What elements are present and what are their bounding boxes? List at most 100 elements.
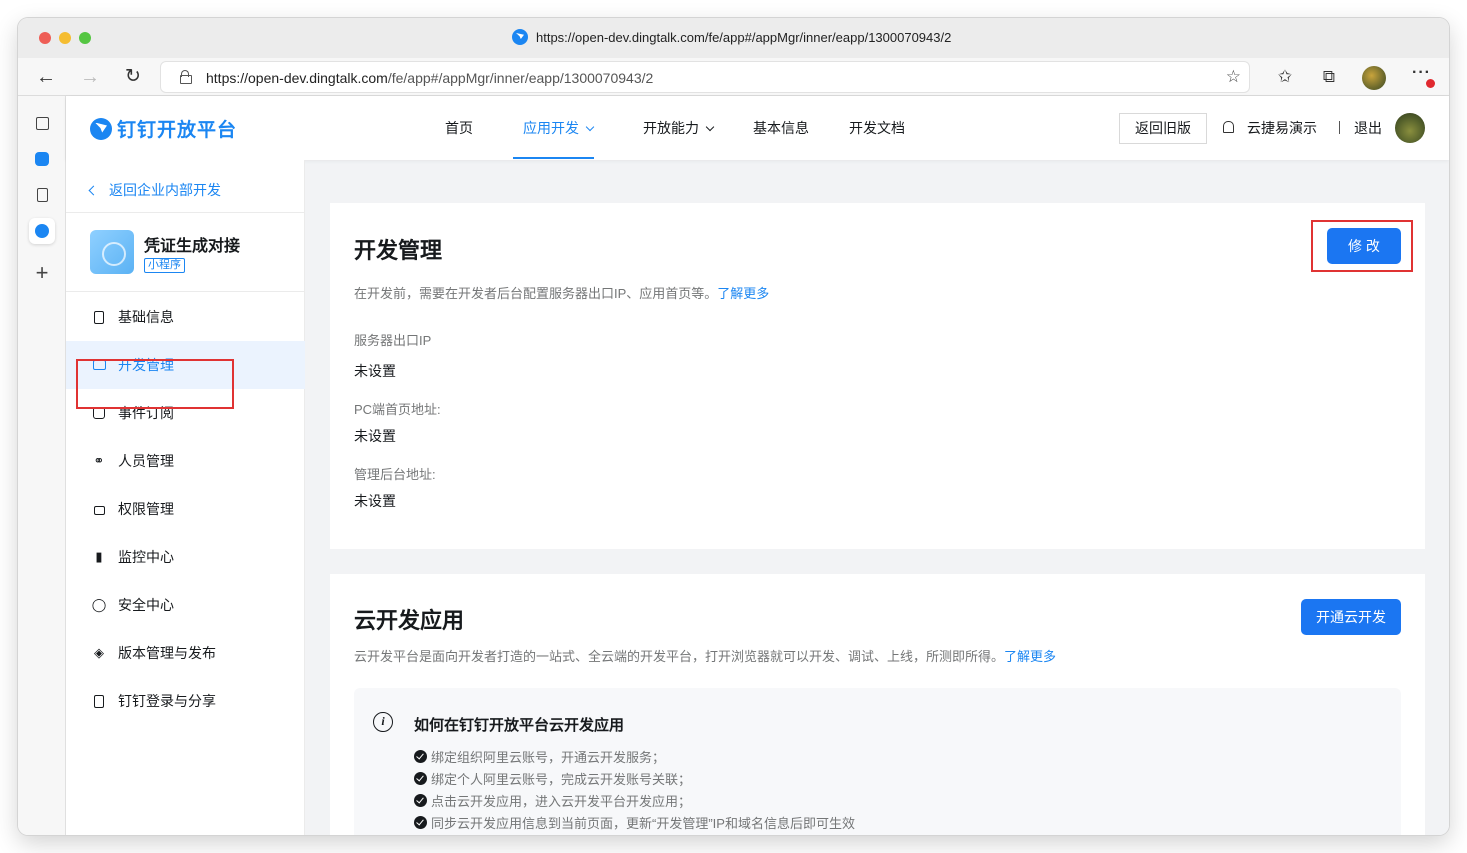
file-icon [92,310,106,324]
bar-chart-icon: ▮ [95,549,103,564]
share-icon [92,694,106,708]
cloud-dev-card: 云开发应用 云开发平台是面向开发者打造的一站式、全云端的开发平台，打开浏览器就可… [330,574,1425,835]
logout-link[interactable]: 退出 [1354,118,1382,138]
app-icon [90,230,134,274]
sidebar-item-label: 人员管理 [118,453,174,469]
collections-icon[interactable]: ⧉ [1318,67,1340,87]
sidebar-item-label: 监控中心 [118,549,174,565]
divider [66,291,305,292]
enable-cloud-dev-button[interactable]: 开通云开发 [1301,599,1401,635]
server-ip-label: 服务器出口IP [354,333,432,348]
sidebar-item-security-center[interactable]: ◯ 安全中心 [66,581,305,629]
favorites-icon[interactable]: ✩ [1274,67,1296,87]
browser-window: https://open-dev.dingtalk.com/fe/app#/ap… [18,18,1449,835]
sidebar-item-monitoring-center[interactable]: ▮ 监控中心 [66,533,305,581]
sidebar-item-dingtalk-login-share[interactable]: 钉钉登录与分享 [66,677,305,725]
cloud-dev-guide: i 如何在钉钉开放平台云开发应用 绑定组织阿里云账号，开通云开发服务； 绑定个人… [354,688,1401,835]
user-name[interactable]: 云捷易演示 [1247,118,1317,138]
lock-icon [92,502,106,516]
tab-actions-icon[interactable] [29,110,55,136]
guide-step: 绑定个人阿里云账号，完成云开发账号关联； [414,769,691,788]
admin-backend-label: 管理后台地址: [354,467,436,482]
back-link-label: 返回企业内部开发 [109,182,221,198]
highlight-box-menu [76,359,234,409]
check-circle-icon [414,772,427,785]
reload-icon[interactable]: ↻ [120,64,146,90]
app-sidebar: 返回企业内部开发 凭证生成对接 小程序 基础信息 开发管理 事件订阅 ⚭ 人员管… [66,160,305,835]
back-arrow-icon[interactable]: ← [33,64,59,90]
guide-step: 点击云开发应用，进入云开发平台开发应用； [414,791,691,810]
shield-icon: ◯ [91,597,107,612]
favorite-add-icon[interactable]: ☆ [1226,67,1241,87]
back-to-old-version-button[interactable]: 返回旧版 [1119,113,1207,144]
header-separator [1339,121,1340,134]
sidebar-item-permission-management[interactable]: 权限管理 [66,485,305,533]
sidebar-item-label: 权限管理 [118,501,174,517]
logo-text: 钉钉开放平台 [117,120,238,141]
check-circle-icon [414,794,427,807]
info-icon: i [373,712,393,732]
new-tab-icon[interactable]: + [29,260,55,286]
app-header: 钉钉开放平台 首页 应用开发 开放能力 基本信息 开发文档 返回旧版 云捷易演示… [66,96,1449,160]
profile-avatar[interactable] [1362,66,1386,90]
dingtalk-favicon-icon [512,29,528,45]
url-text[interactable]: https://open-dev.dingtalk.com/fe/app#/ap… [206,70,653,86]
tab-document-icon[interactable] [29,182,55,208]
guide-step: 同步云开发应用信息到当前页面，更新“开发管理”IP和域名信息后即可生效 [414,813,855,832]
notification-badge [1426,79,1435,88]
tab-title: https://open-dev.dingtalk.com/fe/app#/ap… [536,29,952,45]
cloud-dev-title: 云开发应用 [354,608,465,633]
nav-dev-docs[interactable]: 开发文档 [849,96,905,160]
brand-logo[interactable]: 钉钉开放平台 [90,115,237,142]
browser-vertical-tabs: + [18,96,66,835]
app-type-badge: 小程序 [144,258,185,273]
learn-more-link[interactable]: 了解更多 [717,286,769,301]
cloud-dev-description: 云开发平台是面向开发者打造的一站式、全云端的开发平台，打开浏览器就可以开发、调试… [354,649,1057,664]
browser-toolbar: ← → ↻ https://open-dev.dingtalk.com/fe/a… [18,58,1449,96]
chevron-left-icon [88,185,99,195]
sidebar-item-label: 钉钉登录与分享 [118,693,216,709]
sidebar-item-member-management[interactable]: ⚭ 人员管理 [66,437,305,485]
address-bar[interactable]: https://open-dev.dingtalk.com/fe/app#/ap… [160,61,1250,93]
sidebar-item-label: 版本管理与发布 [118,645,216,661]
sidebar-item-version-release[interactable]: ◈ 版本管理与发布 [66,629,305,677]
admin-backend-value: 未设置 [354,493,396,509]
check-circle-icon [414,816,427,829]
layers-icon: ◈ [94,645,104,660]
nav-open-capabilities[interactable]: 开放能力 [643,96,715,160]
lock-icon [180,70,192,84]
check-circle-icon [414,750,427,763]
zoom-window-button[interactable] [79,32,91,44]
close-window-button[interactable] [39,32,51,44]
sidebar-item-label: 基础信息 [118,309,174,325]
highlight-box-edit [1311,220,1413,272]
guide-title: 如何在钉钉开放平台云开发应用 [414,717,625,734]
chevron-down-icon [585,122,595,132]
forward-arrow-icon[interactable]: → [77,64,103,90]
dev-management-card: 开发管理 在开发前，需要在开发者后台配置服务器出口IP、应用首页等。了解更多 修… [330,203,1425,549]
sidebar-item-label: 安全中心 [118,597,174,613]
minimize-window-button[interactable] [59,32,71,44]
bell-icon[interactable] [1223,121,1234,133]
pc-homepage-label: PC端首页地址: [354,402,441,417]
user-avatar[interactable] [1395,113,1425,143]
nav-home[interactable]: 首页 [445,96,473,160]
user-icon: ⚭ [93,453,105,468]
sidebar-item-basic-info[interactable]: 基础信息 [66,293,305,341]
cloud-learn-more-link[interactable]: 了解更多 [1004,649,1056,664]
tab-dingtalk-icon[interactable] [29,218,55,244]
guide-step: 绑定组织阿里云账号，开通云开发服务； [414,747,665,766]
nav-app-development[interactable]: 应用开发 [523,96,595,160]
dev-management-description: 在开发前，需要在开发者后台配置服务器出口IP、应用首页等。了解更多 [354,286,770,301]
nav-basic-info[interactable]: 基本信息 [753,96,809,160]
chevron-down-icon [705,122,715,132]
tab-app-icon[interactable] [29,146,55,172]
title-bar: https://open-dev.dingtalk.com/fe/app#/ap… [18,18,1449,58]
app-area: 钉钉开放平台 首页 应用开发 开放能力 基本信息 开发文档 返回旧版 云捷易演示… [66,96,1449,835]
back-to-internal-dev-link[interactable]: 返回企业内部开发 [88,180,221,200]
dev-management-title: 开发管理 [354,238,443,263]
active-nav-indicator [513,157,594,159]
server-ip-value: 未设置 [354,363,396,379]
window-title: https://open-dev.dingtalk.com/fe/app#/ap… [512,29,951,45]
pc-homepage-value: 未设置 [354,428,396,444]
